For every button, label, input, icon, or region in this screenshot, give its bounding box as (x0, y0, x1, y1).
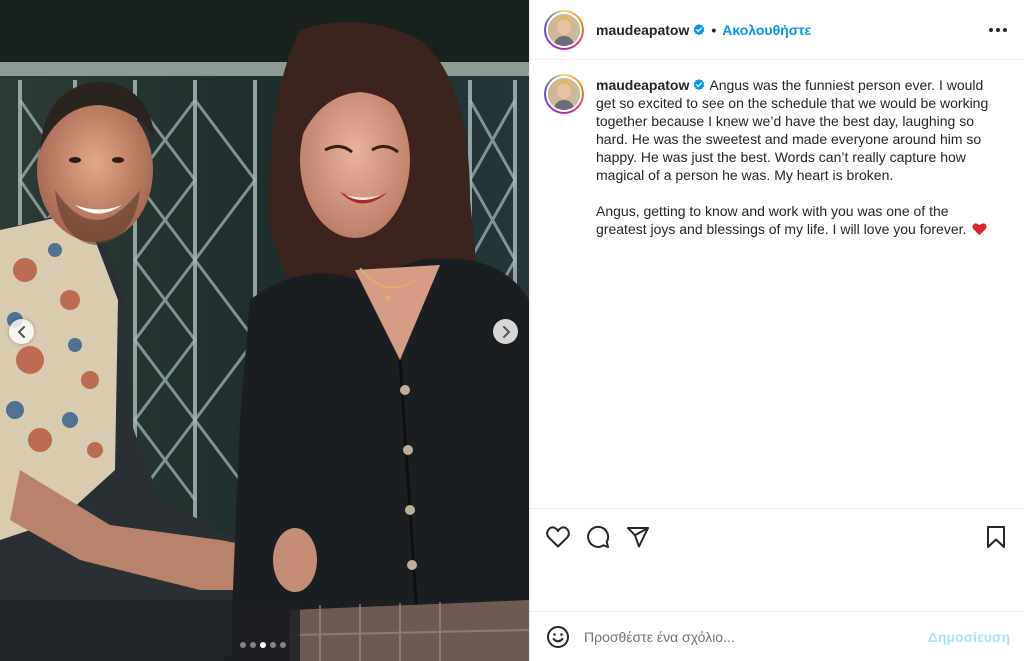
share-icon (627, 526, 649, 547)
carousel-prev-button[interactable] (9, 319, 34, 344)
post-caption: maudeapatow Angus was the funniest perso… (544, 74, 1010, 238)
avatar-image (548, 78, 580, 110)
comments-section: maudeapatow Angus was the funniest perso… (530, 60, 1024, 508)
share-button[interactable] (624, 523, 652, 551)
carousel-dot (240, 642, 246, 648)
emoji-picker-button[interactable] (544, 623, 572, 651)
heart-icon (546, 525, 570, 547)
caption-text: maudeapatow Angus was the funniest perso… (596, 74, 996, 238)
smiley-icon (547, 625, 569, 648)
carousel-dot (260, 642, 266, 648)
red-heart-emoji-icon (972, 223, 987, 236)
caption-avatar[interactable] (544, 74, 584, 114)
carousel-dot (250, 642, 256, 648)
carousel-next-button[interactable] (493, 319, 518, 344)
separator-dot: • (711, 21, 717, 38)
avatar-image (548, 13, 580, 46)
follow-button[interactable]: Ακολουθήστε (722, 22, 811, 38)
likes-area (530, 564, 1024, 611)
add-comment-bar: Δημοσίευση (530, 611, 1024, 661)
post-header: maudeapatow • Ακολουθήστε (530, 0, 1024, 60)
chevron-right-icon (502, 325, 510, 338)
username-link[interactable]: maudeapatow (596, 22, 689, 38)
caption-paragraph-2: Angus, getting to know and work with you… (596, 203, 967, 237)
caption-username[interactable]: maudeapatow (596, 77, 689, 93)
avatar[interactable] (544, 9, 584, 50)
post-media (0, 0, 529, 661)
carousel-indicator (240, 642, 286, 648)
post-sidebar: maudeapatow • Ακολουθήστε maudeapatow An… (529, 0, 1024, 661)
comment-input[interactable] (584, 628, 928, 645)
post-dialog: maudeapatow • Ακολουθήστε maudeapatow An… (0, 0, 1024, 661)
chevron-left-icon (17, 325, 25, 338)
verified-badge-icon (693, 77, 705, 91)
save-button[interactable] (982, 523, 1010, 551)
comment-icon (587, 525, 610, 548)
carousel-dot (280, 642, 286, 648)
carousel-dot (270, 642, 276, 648)
post-actions (530, 508, 1024, 564)
post-comment-button[interactable]: Δημοσίευση (928, 629, 1010, 645)
bookmark-icon (987, 525, 1005, 548)
more-horizontal-icon (989, 27, 1007, 32)
verified-badge-icon (693, 23, 705, 36)
post-photo (0, 0, 529, 661)
header-user: maudeapatow • Ακολουθήστε (596, 22, 811, 38)
more-options-button[interactable] (986, 18, 1010, 42)
comment-button[interactable] (584, 523, 612, 551)
like-button[interactable] (544, 523, 572, 551)
